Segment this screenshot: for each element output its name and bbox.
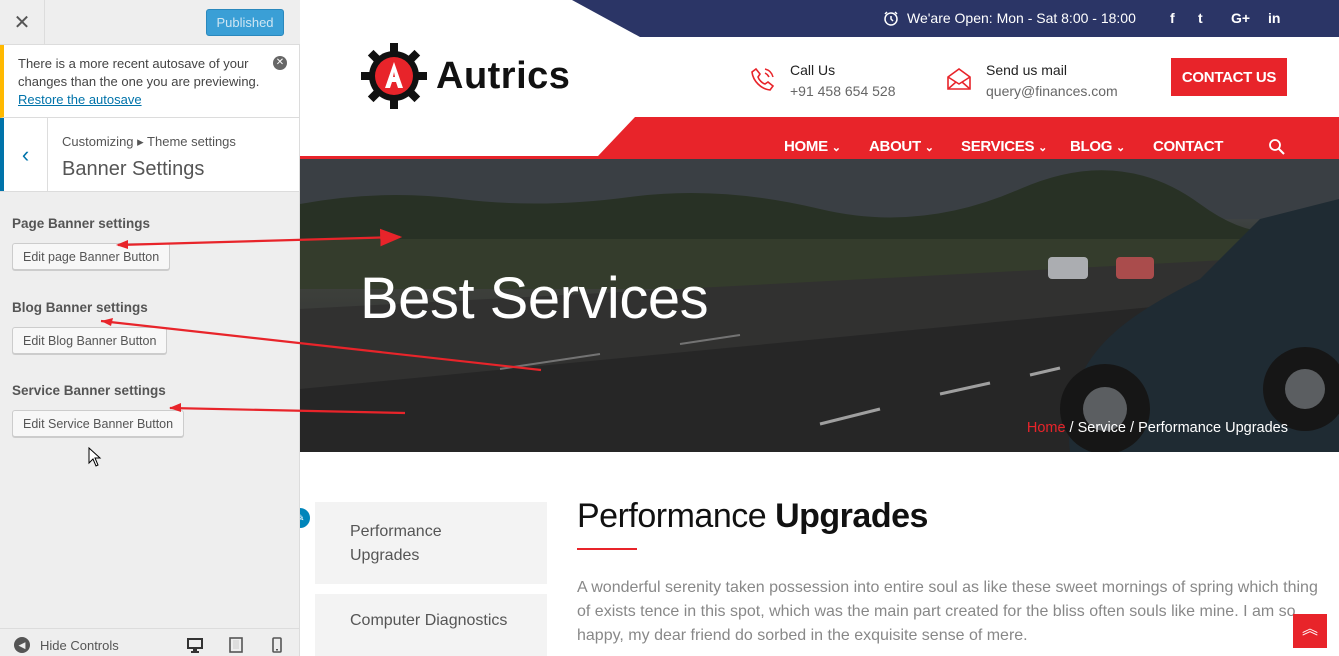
section-header: ‹ Customizing ▸ Theme settings Banner Se… [0,118,299,192]
content-title-light: Performance [577,497,776,535]
breadcrumb-home-link[interactable]: Home [1027,420,1066,436]
breadcrumb-current: Performance Upgrades [1138,420,1288,436]
autosave-notice-text: There is a more recent autosave of your … [18,56,260,89]
send-mail-title: Send us mail [986,62,1067,78]
google-plus-icon[interactable]: G+ [1231,10,1250,26]
call-us-title: Call Us [790,62,836,78]
back-icon[interactable]: ‹ [0,118,48,191]
mail-icon [947,68,971,90]
nav-services[interactable]: SERVICES ⌄ [961,138,1047,155]
nav-home-label: HOME [784,138,828,155]
desktop-preview-icon[interactable] [187,637,203,653]
topbar-white-wedge [300,0,640,37]
call-us-number: +91 458 654 528 [790,83,896,99]
phone-icon [751,67,775,91]
sidebar-item-performance-upgrades[interactable]: Performance Upgrades [315,502,547,584]
search-icon[interactable] [1268,138,1286,156]
content-title-bold: Upgrades [775,497,928,535]
banner-title: Best Services [360,266,709,331]
logo-gear-icon [361,43,427,109]
nav-contact[interactable]: CONTACT [1153,138,1223,155]
chevron-down-icon: ⌄ [924,142,934,154]
mouse-cursor-icon [88,447,102,467]
scroll-to-top-button[interactable]: ︽ [1293,614,1327,648]
twitter-icon[interactable]: t [1198,10,1203,26]
nav-home[interactable]: HOME ⌄ [784,138,841,155]
send-mail-block: Send us mail query@finances.com [946,62,1118,99]
nav-blog-label: BLOG [1070,138,1113,155]
breadcrumb-service-link[interactable]: Service [1078,420,1126,436]
customizer-footer: ◀ Hide Controls [0,628,299,656]
hide-controls-label: Hide Controls [40,637,119,653]
customizer-panel: ✕ Published There is a more recent autos… [0,0,300,656]
nav-about-label: ABOUT [869,138,921,155]
contact-us-button[interactable]: CONTACT US [1171,58,1287,96]
section-title: Banner Settings [62,158,205,180]
publish-button[interactable]: Published [206,9,284,36]
service-banner-label: Service Banner settings [12,383,166,398]
banner-breadcrumb: Home / Service / Performance Upgrades [1027,420,1288,436]
call-us-block: Call Us +91 458 654 528 [750,62,896,99]
page-banner: Best Services Home / Service / Performan… [300,159,1339,452]
close-icon[interactable]: ✕ [0,0,45,45]
chevron-down-icon: ⌄ [1116,142,1125,154]
top-bar: We'are Open: Mon - Sat 8:00 - 18:00 f t … [300,0,1339,37]
open-hours-text: We'are Open: Mon - Sat 8:00 - 18:00 [907,10,1136,26]
title-underline [577,548,637,550]
logo-text: Autrics [436,54,571,97]
breadcrumb-separator: / [1125,420,1139,436]
customizer-header: ✕ Published [0,0,300,45]
clock-icon [884,11,898,26]
mobile-preview-icon[interactable] [272,637,282,653]
site-logo[interactable]: Autrics [360,42,570,110]
send-mail-address: query@finances.com [986,83,1118,99]
nav-blog[interactable]: BLOG ⌄ [1070,138,1125,155]
autosave-notice: There is a more recent autosave of your … [0,45,299,118]
customizer-breadcrumb: Customizing ▸ Theme settings [62,134,236,149]
linkedin-icon[interactable]: in [1268,10,1280,26]
chevron-down-icon: ⌄ [831,142,841,154]
open-hours: We'are Open: Mon - Sat 8:00 - 18:00 [883,10,1136,26]
collapse-icon: ◀ [14,637,30,653]
site-preview: We'are Open: Mon - Sat 8:00 - 18:00 f t … [300,0,1339,656]
hide-controls-button[interactable]: ◀ Hide Controls [14,637,119,653]
nav-about[interactable]: ABOUT ⌄ [869,138,934,155]
chevron-down-icon: ⌄ [1038,142,1047,154]
tablet-preview-icon[interactable] [229,637,243,653]
blog-banner-label: Blog Banner settings [12,300,148,315]
sidebar-item-computer-diagnostics[interactable]: Computer Diagnostics [315,594,547,656]
facebook-icon[interactable]: f [1170,10,1175,26]
nav-services-label: SERVICES [961,138,1035,155]
edit-page-banner-button[interactable]: Edit page Banner Button [12,243,171,270]
page-banner-label: Page Banner settings [12,216,151,231]
content-title: Performance Upgrades [577,497,928,536]
breadcrumb-separator: / [1065,420,1078,436]
edit-blog-banner-button[interactable]: Edit Blog Banner Button [12,327,168,354]
restore-autosave-link[interactable]: Restore the autosave [18,91,271,109]
edit-service-banner-button[interactable]: Edit Service Banner Button [12,410,185,437]
edit-shortcut-icon[interactable]: ✎ [300,506,312,530]
content-body: A wonderful serenity taken possession in… [577,579,1318,644]
dismiss-notice-icon[interactable]: ✕ [273,56,287,70]
